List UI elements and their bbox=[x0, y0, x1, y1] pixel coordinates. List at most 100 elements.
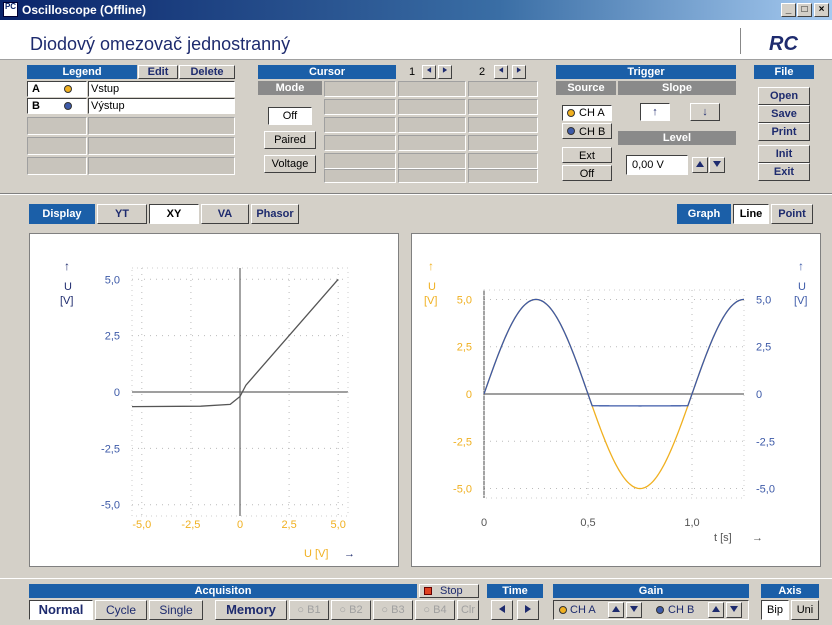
cursor-1-right-button[interactable] bbox=[438, 65, 452, 79]
file-panel: File Open Save Print Init Exit bbox=[754, 65, 814, 183]
arrow-down-icon bbox=[630, 606, 638, 612]
channel-b-color-icon bbox=[656, 606, 664, 614]
y-tick-label-right: -5,0 bbox=[756, 484, 775, 496]
yt-y-unit-right: [V] bbox=[794, 295, 807, 307]
cursor-mode-paired-button[interactable]: Paired bbox=[264, 131, 316, 149]
file-exit-button[interactable]: Exit bbox=[758, 163, 810, 181]
memory-b2-button[interactable]: ○ B2 bbox=[331, 600, 371, 620]
legend-delete-button[interactable]: Delete bbox=[179, 65, 235, 79]
acquisition-single-button[interactable]: Single bbox=[149, 600, 203, 620]
legend-empty-cell bbox=[88, 137, 235, 155]
display-label: Display bbox=[29, 204, 95, 224]
memory-b3-button[interactable]: ○ B3 bbox=[373, 600, 413, 620]
file-init-button[interactable]: Init bbox=[758, 145, 810, 163]
file-open-button[interactable]: Open bbox=[758, 87, 810, 105]
axis-bip-button[interactable]: Bip bbox=[761, 600, 789, 620]
file-save-button[interactable]: Save bbox=[758, 105, 810, 123]
y-tick-label: -2,5 bbox=[101, 443, 120, 455]
memory-b3-label: B3 bbox=[391, 604, 405, 616]
trigger-slope-up-button[interactable]: ↑ bbox=[640, 103, 670, 121]
arrow-up-icon bbox=[712, 606, 720, 612]
trigger-source-chb-button[interactable]: CH B bbox=[562, 123, 612, 139]
cursor-value-cell bbox=[468, 135, 538, 151]
yt-y-unit-left: [V] bbox=[424, 295, 437, 307]
trigger-source-cha-button[interactable]: CH A bbox=[562, 105, 612, 121]
cursor-value-cell bbox=[468, 169, 538, 183]
tab-yt[interactable]: YT bbox=[97, 204, 147, 224]
legend-label-a: Vstup bbox=[91, 83, 120, 95]
cursor-2-left-button[interactable] bbox=[494, 65, 508, 79]
time-increase-button[interactable] bbox=[517, 600, 539, 620]
close-button[interactable]: × bbox=[814, 3, 829, 17]
trigger-slope-down-button[interactable]: ↓ bbox=[690, 103, 720, 121]
trigger-level-up-button[interactable] bbox=[692, 157, 708, 173]
trigger-level-down-button[interactable] bbox=[709, 157, 725, 173]
tab-xy[interactable]: XY bbox=[149, 204, 199, 224]
memory-b1-label: B1 bbox=[307, 604, 321, 616]
memory-b1-button[interactable]: ○ B1 bbox=[289, 600, 329, 620]
legend-label-b: Výstup bbox=[91, 100, 125, 112]
legend-empty-cell bbox=[88, 117, 235, 135]
bottom-bar: Acquisiton Stop Normal Cycle Single Memo… bbox=[0, 578, 832, 625]
experiment-title: Diodový omezovač jednostranný bbox=[30, 34, 291, 54]
acquisition-normal-button[interactable]: Normal bbox=[29, 600, 93, 620]
tab-va[interactable]: VA bbox=[201, 204, 249, 224]
cursor-value-cell bbox=[398, 81, 466, 97]
cursor-mode-voltage-button[interactable]: Voltage bbox=[264, 155, 316, 173]
cursor-1-left-button[interactable] bbox=[422, 65, 436, 79]
gain-cha-up-button[interactable] bbox=[608, 602, 624, 618]
cursor-mode-off-button[interactable]: Off bbox=[268, 107, 312, 125]
xy-y-symbol: U bbox=[64, 281, 72, 293]
time-decrease-button[interactable] bbox=[491, 600, 513, 620]
x-tick-label: 1,0 bbox=[684, 517, 699, 529]
gain-chb-up-button[interactable] bbox=[708, 602, 724, 618]
trigger-level-input[interactable]: 0,00 V bbox=[626, 155, 688, 175]
arrow-left-icon bbox=[498, 67, 504, 73]
channel-a-color-icon bbox=[559, 606, 567, 614]
y-tick-label-right: 2,5 bbox=[756, 342, 771, 354]
gain-cha-down-button[interactable] bbox=[626, 602, 642, 618]
legend-row-b-label[interactable]: Výstup bbox=[88, 98, 235, 114]
arrow-up-icon bbox=[696, 161, 704, 167]
cursor-value-cell bbox=[324, 117, 396, 133]
legend-empty-cell bbox=[27, 157, 87, 175]
legend-row-a-key[interactable]: A bbox=[27, 81, 87, 97]
legend-row-a-label[interactable]: Vstup bbox=[88, 81, 235, 97]
cursor-value-cell bbox=[324, 153, 396, 169]
legend-letter-a: A bbox=[32, 83, 40, 95]
y-tick-label: 2,5 bbox=[105, 331, 120, 343]
acquisition-stop-button[interactable]: Stop bbox=[419, 584, 479, 598]
y-tick-label-right: 5,0 bbox=[756, 294, 771, 306]
cursor-2-label: 2 bbox=[478, 66, 486, 78]
graph-line-button[interactable]: Line bbox=[733, 204, 769, 224]
radio-icon: ○ bbox=[423, 604, 434, 616]
y-tick-label: 5,0 bbox=[105, 274, 120, 286]
cursor-value-cell bbox=[468, 81, 538, 97]
window-titlebar: PC Oscilloscope (Offline) _ □ × bbox=[0, 0, 832, 20]
stop-label: Stop bbox=[440, 585, 463, 597]
legend-row-b-key[interactable]: B bbox=[27, 98, 87, 114]
graph-label: Graph bbox=[677, 204, 731, 224]
minimize-button[interactable]: _ bbox=[781, 3, 796, 17]
file-print-button[interactable]: Print bbox=[758, 123, 810, 141]
memory-clear-button[interactable]: Clr bbox=[457, 600, 479, 620]
memory-b4-button[interactable]: ○ B4 bbox=[415, 600, 455, 620]
y-tick-label: 0 bbox=[114, 387, 120, 399]
tab-phasor[interactable]: Phasor bbox=[251, 204, 299, 224]
axis-uni-button[interactable]: Uni bbox=[791, 600, 819, 620]
cursor-2-right-button[interactable] bbox=[512, 65, 526, 79]
yt-y-arrow-left: ↑ bbox=[428, 259, 434, 273]
trigger-cha-label: CH A bbox=[579, 107, 605, 119]
legend-edit-button[interactable]: Edit bbox=[138, 65, 178, 79]
maximize-button[interactable]: □ bbox=[797, 3, 812, 17]
graph-point-button[interactable]: Point bbox=[771, 204, 813, 224]
trigger-source-ext-button[interactable]: Ext bbox=[562, 147, 612, 163]
acquisition-cycle-button[interactable]: Cycle bbox=[95, 600, 147, 620]
y-tick-label: 2,5 bbox=[457, 342, 472, 354]
cursor-value-cell bbox=[398, 99, 466, 115]
legend-title: Legend bbox=[27, 65, 137, 79]
acquisition-memory-button[interactable]: Memory bbox=[215, 600, 287, 620]
gain-chb-down-button[interactable] bbox=[726, 602, 742, 618]
trigger-source-off-button[interactable]: Off bbox=[562, 165, 612, 181]
trigger-slope-header: Slope bbox=[618, 81, 736, 95]
